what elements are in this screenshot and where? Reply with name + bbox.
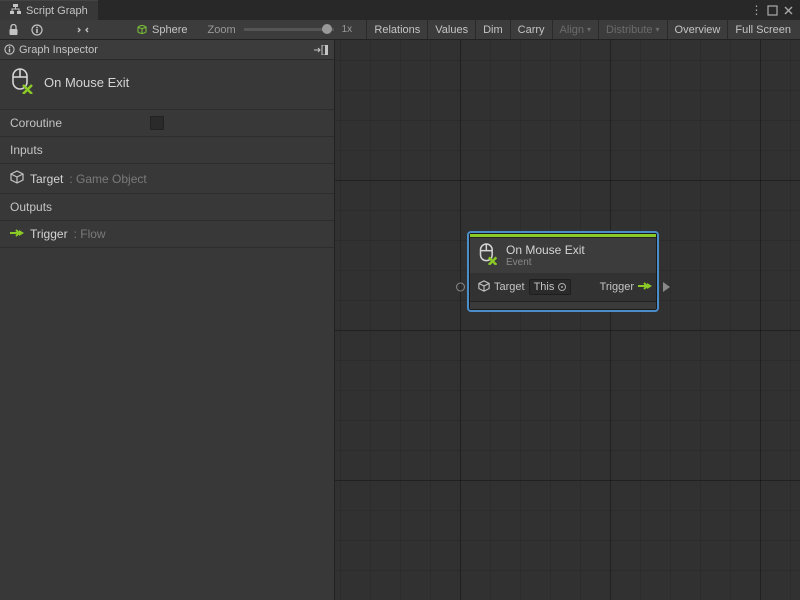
property-row-coroutine: Coroutine xyxy=(0,110,334,137)
close-icon[interactable] xyxy=(782,4,795,17)
input-port[interactable] xyxy=(456,283,465,292)
toolbar-btn-fullscreen[interactable]: Full Screen xyxy=(727,20,798,39)
graph-inspector-panel: Graph Inspector On Mouse Exit Coroutine xyxy=(0,40,335,600)
toolbar-btn-overview[interactable]: Overview xyxy=(667,20,728,39)
flow-arrow-icon xyxy=(638,281,652,294)
toolbar-btn-align[interactable]: Align▾ xyxy=(552,20,598,39)
output-port[interactable] xyxy=(663,282,670,292)
mouse-exit-icon xyxy=(10,68,34,97)
window-controls: ⋮ xyxy=(745,0,800,20)
node-subtitle-text: Event xyxy=(506,257,585,268)
zoom-slider[interactable] xyxy=(244,28,334,31)
cube-icon xyxy=(478,280,490,295)
node-footer xyxy=(470,301,656,309)
chevron-down-icon: ▾ xyxy=(587,25,591,34)
object-selector[interactable]: Sphere xyxy=(128,21,195,39)
input-name: Target xyxy=(30,172,63,186)
inspector-header: Graph Inspector xyxy=(0,40,334,60)
info-button[interactable] xyxy=(26,21,48,39)
tab-label: Script Graph xyxy=(26,5,88,17)
toolbar-btn-values[interactable]: Values xyxy=(427,20,475,39)
zoom-value: 1x xyxy=(342,24,353,35)
property-label: Coroutine xyxy=(10,116,140,130)
zoom-label: Zoom xyxy=(207,24,235,36)
target-value-text: This xyxy=(534,281,555,293)
more-icon[interactable]: ⋮ xyxy=(750,4,763,17)
target-value-field[interactable]: This xyxy=(529,279,572,295)
output-name: Trigger xyxy=(30,227,68,241)
node-body: Target This Trigger xyxy=(470,273,656,301)
zoom-thumb[interactable] xyxy=(322,24,332,34)
node-header-row[interactable]: On Mouse Exit Event xyxy=(470,238,656,273)
toolbar-btn-dim[interactable]: Dim xyxy=(475,20,510,39)
info-icon xyxy=(4,44,15,55)
graph-canvas[interactable]: On Mouse Exit Event Target This Trigger xyxy=(335,40,800,600)
input-row-target: Target : Game Object xyxy=(0,164,334,194)
canvas-grid xyxy=(335,40,800,600)
object-label: Sphere xyxy=(152,24,187,36)
toolbar-right: Relations Values Dim Carry Align▾ Distri… xyxy=(366,20,798,39)
output-type: : Flow xyxy=(74,227,106,241)
node-title-text: On Mouse Exit xyxy=(506,243,585,257)
node-input-label: Target xyxy=(494,281,525,293)
node-on-mouse-exit[interactable]: On Mouse Exit Event Target This Trigger xyxy=(469,233,657,310)
maximize-icon[interactable] xyxy=(766,4,779,17)
outputs-section-header: Outputs xyxy=(0,194,334,221)
inspector-title: Graph Inspector xyxy=(19,44,98,56)
lock-button[interactable] xyxy=(2,21,24,39)
coroutine-checkbox[interactable] xyxy=(150,116,164,130)
tab-script-graph[interactable]: Script Graph xyxy=(0,0,98,20)
cube-icon xyxy=(10,170,24,187)
flow-arrow-icon xyxy=(10,227,24,241)
toolbar: Sphere Zoom 1x Relations Values Dim Carr… xyxy=(0,20,800,40)
collapse-button[interactable] xyxy=(312,43,330,57)
mouse-exit-icon xyxy=(478,243,498,268)
node-title: On Mouse Exit xyxy=(44,75,129,90)
object-picker-icon[interactable] xyxy=(558,283,566,291)
toolbar-btn-relations[interactable]: Relations xyxy=(366,20,427,39)
toolbar-btn-carry[interactable]: Carry xyxy=(510,20,552,39)
node-title-block: On Mouse Exit xyxy=(0,60,334,110)
frame-button[interactable] xyxy=(72,21,94,39)
chevron-down-icon: ▾ xyxy=(656,25,660,34)
hierarchy-icon xyxy=(10,4,21,18)
node-output-label: Trigger xyxy=(600,281,634,293)
tab-bar: Script Graph ⋮ xyxy=(0,0,800,20)
inputs-section-header: Inputs xyxy=(0,137,334,164)
output-row-trigger: Trigger : Flow xyxy=(0,221,334,248)
input-type: : Game Object xyxy=(69,172,146,186)
toolbar-btn-distribute[interactable]: Distribute▾ xyxy=(598,20,666,39)
